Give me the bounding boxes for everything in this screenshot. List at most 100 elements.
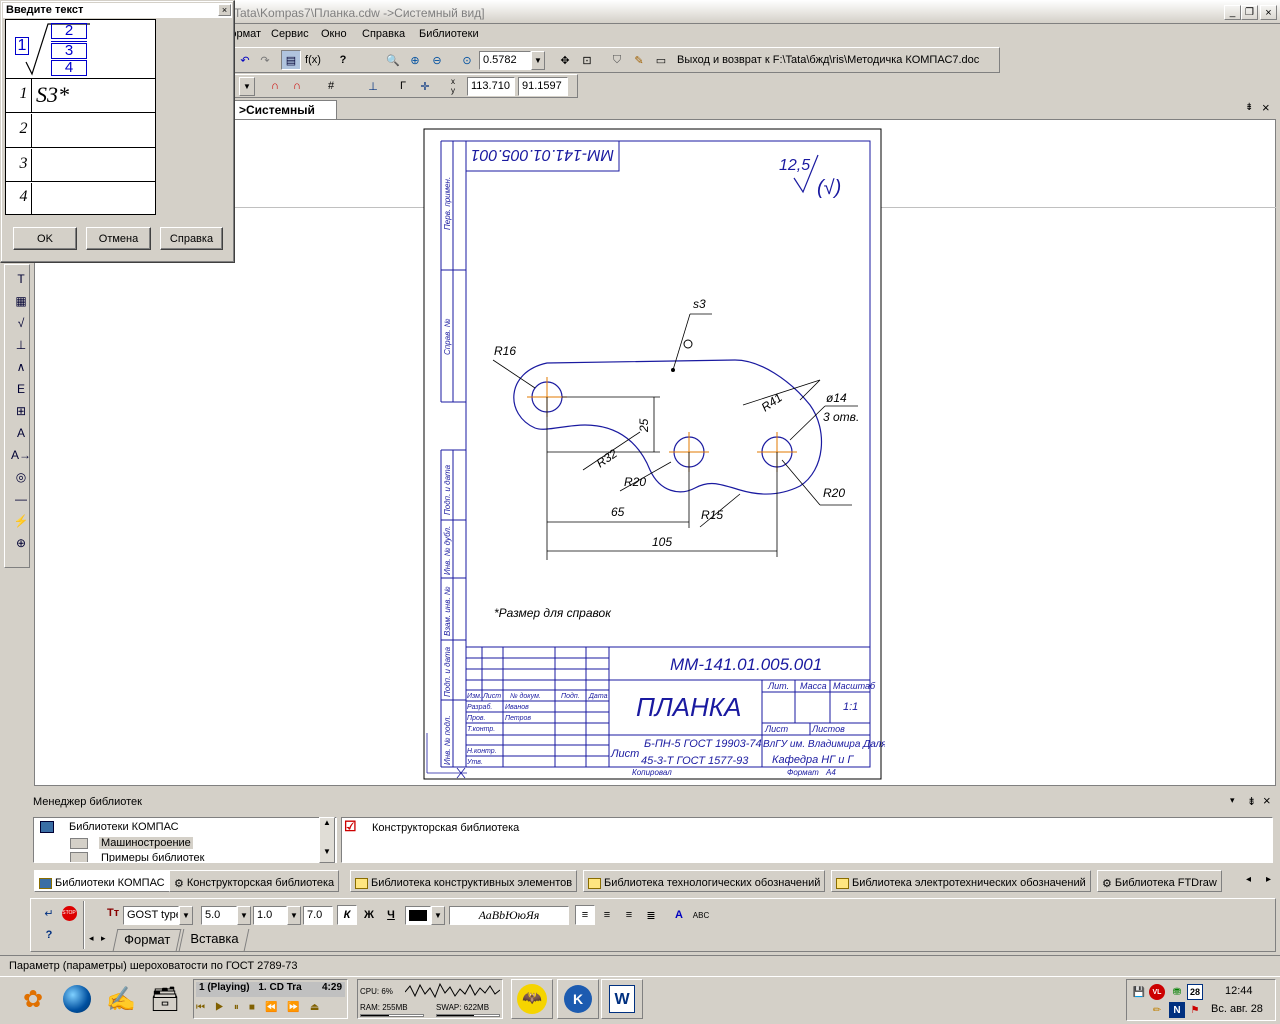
taskbar-kompas-icon[interactable]: K	[557, 979, 599, 1019]
tab-format[interactable]: Формат	[112, 929, 182, 951]
lib-tab-elements[interactable]: Библиотека конструктивных элементов	[350, 870, 578, 892]
scroll-up-icon[interactable]: ▲	[320, 818, 334, 833]
ratio-dropdown[interactable]: ▼	[287, 906, 301, 925]
wave-tool-icon[interactable]: ⚡	[11, 511, 31, 531]
font-size-field[interactable]: 5.0	[201, 906, 237, 925]
dialog-titlebar[interactable]: Введите текст ×	[3, 3, 232, 18]
panel-tabs-left-icon[interactable]: ◂	[89, 933, 94, 944]
tree-scrollbar[interactable]: ▲ ▼	[319, 817, 335, 863]
media-player[interactable]: 1 (Playing) 1. CD Tra 4:29 ⏮▶⏸■⏪⏩⏏	[193, 979, 348, 1019]
roughness-top-field[interactable]: 2	[51, 23, 87, 39]
clock-date[interactable]: Вс. авг. 28	[1211, 1003, 1263, 1015]
bold-button[interactable]: Ж	[359, 905, 379, 925]
view-arrow-tool-icon[interactable]: A→	[11, 445, 31, 465]
position-tool-icon[interactable]: E	[11, 379, 31, 399]
menu-window[interactable]: Окно	[321, 28, 347, 40]
network-tray-icon[interactable]: ⛃	[1169, 984, 1185, 1000]
zoom-in-icon[interactable]: 🔍	[383, 50, 403, 70]
detail-tool-icon[interactable]: ◎	[11, 467, 31, 487]
lib-tab-ftdraw[interactable]: ⚙ Библиотека FTDraw	[1097, 870, 1222, 892]
taskbar-globe-icon[interactable]	[56, 979, 98, 1019]
round-icon[interactable]: Г	[393, 76, 413, 96]
magnet-local-icon[interactable]: ∩	[287, 76, 307, 96]
library-manager-close-icon[interactable]: ×	[1263, 793, 1271, 808]
zoom-input[interactable]: 0.5782	[479, 51, 531, 70]
library-tree[interactable]: Библиотеки КОМПАС Машиностроение Примеры…	[33, 817, 337, 863]
magnet-icon[interactable]: ∩	[265, 76, 285, 96]
layer-dropdown[interactable]: ▼	[239, 77, 255, 96]
cursor-icon[interactable]: ✛	[415, 76, 435, 96]
rewind-icon[interactable]: ⏪	[265, 1002, 287, 1013]
redo-icon[interactable]: ↷	[255, 50, 275, 70]
forward-icon[interactable]: ⏩	[287, 1002, 309, 1013]
font-size-dropdown[interactable]: ▼	[237, 906, 251, 925]
taskbar-word-icon[interactable]: W	[601, 979, 643, 1019]
align-justify-icon[interactable]: ≣	[641, 905, 661, 925]
coord-y-field[interactable]: 91.1597	[518, 77, 568, 96]
align-left-icon[interactable]: ≡	[575, 905, 595, 925]
help-button[interactable]: Справка	[160, 227, 223, 250]
italic-button[interactable]: К	[337, 905, 357, 925]
fit-icon[interactable]: ⊡	[577, 50, 597, 70]
color-swatch[interactable]	[405, 906, 431, 925]
close-button[interactable]: ×	[1260, 5, 1277, 20]
library-content-item[interactable]: Конструкторская библиотека	[372, 822, 519, 834]
coord-x-field[interactable]: 113.710	[467, 77, 515, 96]
library-content[interactable]: ☑ Конструкторская библиотека	[341, 817, 1273, 863]
filter-icon[interactable]: ⛉	[607, 50, 627, 70]
font-dropdown[interactable]: ▼	[179, 906, 193, 925]
spacing-field[interactable]: 7.0	[303, 906, 333, 925]
table-tool-icon[interactable]: ▦	[11, 291, 31, 311]
library-root-label[interactable]: Библиотеки КОМПАС	[69, 821, 179, 833]
roughness-mid-field[interactable]: 3	[51, 43, 87, 59]
cancel-button[interactable]: Отмена	[86, 227, 151, 250]
library-manager-pin-icon[interactable]: ⇟	[1247, 795, 1256, 808]
prev-icon[interactable]: ⏮	[196, 1002, 215, 1013]
tolerance-tool-icon[interactable]: ⊞	[11, 401, 31, 421]
cut-line-tool-icon[interactable]: A	[11, 423, 31, 443]
special-chars-icon[interactable]: ABC	[691, 905, 711, 925]
floppy-tray-icon[interactable]: 💾	[1131, 984, 1147, 1000]
ratio-field[interactable]: 1.0	[253, 906, 287, 925]
play-icon[interactable]: ▶	[215, 1002, 234, 1013]
calc-icon[interactable]: ▤	[281, 50, 301, 70]
zoom-minus-icon[interactable]: ⊖	[427, 50, 447, 70]
roughness-bottom-field[interactable]: 4	[51, 60, 87, 76]
flag-tray-icon[interactable]: ⚑	[1187, 1002, 1203, 1018]
doc-tab-close-icon[interactable]: ×	[1262, 100, 1270, 115]
text-row-2[interactable]: 2	[6, 114, 155, 148]
color-dropdown[interactable]: ▼	[431, 906, 445, 925]
text-row-4[interactable]: 4	[6, 183, 155, 214]
library-item-examples[interactable]: Примеры библиотек	[101, 852, 204, 862]
align-right-icon[interactable]: ≡	[619, 905, 639, 925]
axis-tool-icon[interactable]: —	[11, 489, 31, 509]
row-value-1[interactable]: S3*	[36, 82, 69, 108]
pan-icon[interactable]: ✥	[555, 50, 575, 70]
lib-tab-electro[interactable]: Библиотека электротехнических обозначени…	[831, 870, 1091, 892]
ortho-icon[interactable]: ⊥	[363, 76, 383, 96]
taskbar-files-icon[interactable]: 🗃	[144, 979, 186, 1019]
start-button[interactable]: ✿	[12, 979, 54, 1019]
scroll-down-icon[interactable]: ▼	[320, 847, 334, 862]
pencil-tray-icon[interactable]: ✏	[1149, 1002, 1165, 1018]
zoom-plus-icon[interactable]: ⊕	[405, 50, 425, 70]
center-mark-tool-icon[interactable]: ⊕	[11, 533, 31, 553]
n-tray-icon[interactable]: N	[1169, 1002, 1185, 1018]
panel-tabs-right-icon[interactable]: ▸	[101, 933, 106, 944]
undo-icon[interactable]: ↶	[235, 50, 255, 70]
font-name-field[interactable]: GOST type	[123, 906, 179, 925]
menu-service[interactable]: Сервис	[271, 28, 309, 40]
zoom-dropdown[interactable]: ▼	[531, 51, 545, 70]
doc-tab-pin-icon[interactable]: ⇟	[1245, 102, 1253, 113]
minimize-button[interactable]: _	[1224, 5, 1241, 20]
vl-tray-icon[interactable]: VL	[1149, 984, 1165, 1000]
base-tool-icon[interactable]: ⊥	[11, 335, 31, 355]
return-icon[interactable]: ▭	[651, 50, 671, 70]
help-icon[interactable]: ?	[39, 925, 59, 945]
function-icon[interactable]: f(x)	[303, 50, 323, 70]
text-row-1[interactable]: 1 S3*	[6, 79, 155, 113]
zoom-scale-icon[interactable]: ⊙	[457, 50, 477, 70]
dialog-close-button[interactable]: ×	[218, 4, 231, 16]
tab-insert[interactable]: Вставка	[178, 929, 250, 951]
roughness-tool-icon[interactable]: √	[11, 313, 31, 333]
